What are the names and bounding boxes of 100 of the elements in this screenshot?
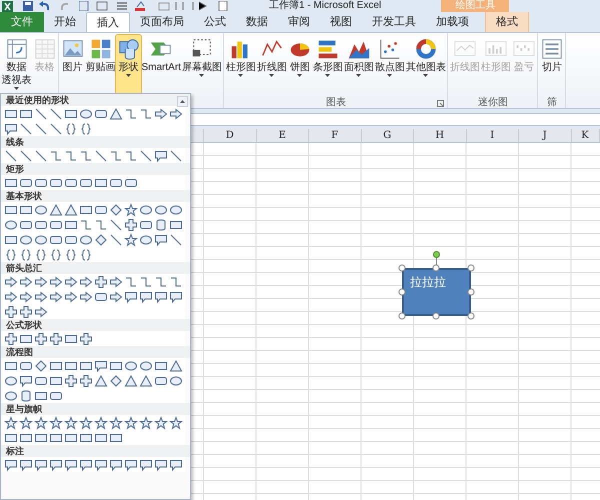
block-arrow-icon[interactable] — [34, 304, 48, 318]
callout-icon[interactable] — [108, 458, 122, 472]
brace-icon[interactable] — [64, 122, 78, 136]
triangle-icon[interactable] — [124, 374, 138, 388]
column-header[interactable]: E — [256, 129, 309, 142]
star-icon[interactable] — [124, 202, 138, 216]
plus-icon[interactable] — [48, 332, 62, 346]
star-icon[interactable] — [108, 416, 122, 430]
resize-handle[interactable] — [432, 264, 440, 272]
ribbon-tab[interactable]: 数据 — [236, 12, 278, 32]
callout-icon[interactable] — [154, 232, 168, 246]
ellipse-icon[interactable] — [4, 374, 18, 388]
ellipse-icon[interactable] — [78, 232, 92, 246]
block-arrow-icon[interactable] — [154, 106, 168, 120]
brace-icon[interactable] — [64, 248, 78, 262]
line-icon[interactable] — [18, 122, 32, 136]
star-icon[interactable] — [124, 416, 138, 430]
diamond-icon[interactable] — [94, 232, 108, 246]
block-arrow-icon[interactable] — [4, 274, 18, 288]
column-header[interactable]: D — [204, 129, 256, 142]
block-arrow-icon[interactable] — [48, 290, 62, 304]
callout-icon[interactable] — [4, 458, 18, 472]
connector-icon[interactable] — [124, 106, 138, 120]
triangle-icon[interactable] — [168, 358, 182, 372]
block-arrow-icon[interactable] — [168, 106, 182, 120]
toolbar-icons-drawing[interactable] — [79, 1, 229, 11]
line-icon[interactable] — [34, 148, 48, 162]
connector-icon[interactable] — [94, 218, 108, 232]
callout-icon[interactable] — [168, 458, 182, 472]
ellipse-icon[interactable] — [34, 232, 48, 246]
star-icon[interactable] — [168, 416, 182, 430]
callout-icon[interactable] — [18, 374, 32, 388]
column-header[interactable]: K — [572, 129, 600, 142]
ribbon-button[interactable]: 散点图 — [374, 35, 406, 97]
block-arrow-icon[interactable] — [108, 274, 122, 288]
line-icon[interactable] — [108, 218, 122, 232]
star-icon[interactable] — [4, 416, 18, 430]
brace-icon[interactable] — [78, 248, 92, 262]
callout-icon[interactable] — [18, 458, 32, 472]
line-icon[interactable] — [168, 232, 182, 246]
star-icon[interactable] — [18, 416, 32, 430]
connector-icon[interactable] — [78, 218, 92, 232]
connector-icon[interactable] — [138, 274, 152, 288]
line-icon[interactable] — [94, 148, 108, 162]
resize-handle[interactable] — [398, 264, 406, 272]
ribbon-tab[interactable]: 开发工具 — [362, 12, 426, 32]
ribbon-tab[interactable]: 公式 — [194, 12, 236, 32]
star-icon[interactable] — [78, 416, 92, 430]
ribbon-tab[interactable]: 格式 — [485, 12, 529, 32]
plus-icon[interactable] — [124, 218, 138, 232]
resize-handle[interactable] — [468, 312, 474, 320]
ellipse-icon[interactable] — [138, 358, 152, 372]
block-arrow-icon[interactable] — [34, 274, 48, 288]
line-icon[interactable] — [34, 106, 48, 120]
connector-icon[interactable] — [48, 148, 62, 162]
star-icon[interactable] — [138, 416, 152, 430]
rotate-handle[interactable] — [433, 251, 440, 258]
ellipse-icon[interactable] — [4, 218, 18, 232]
connector-icon[interactable] — [154, 274, 168, 288]
star-icon[interactable] — [34, 416, 48, 430]
block-arrow-icon[interactable] — [18, 290, 32, 304]
block-arrow-icon[interactable] — [48, 274, 62, 288]
ellipse-icon[interactable] — [4, 388, 18, 402]
star-icon[interactable] — [94, 416, 108, 430]
star-icon[interactable] — [154, 416, 168, 430]
cylinder-icon[interactable] — [154, 218, 168, 232]
callout-icon[interactable] — [78, 458, 92, 472]
ribbon-button[interactable]: 面积图 — [343, 35, 374, 97]
cylinder-icon[interactable] — [18, 388, 32, 402]
connector-icon[interactable] — [108, 148, 122, 162]
line-icon[interactable] — [18, 148, 32, 162]
star-icon[interactable] — [64, 416, 78, 430]
triangle-icon[interactable] — [94, 374, 108, 388]
brace-icon[interactable] — [4, 248, 18, 262]
callout-icon[interactable] — [124, 290, 138, 304]
line-icon[interactable] — [138, 148, 152, 162]
callout-icon[interactable] — [64, 458, 78, 472]
plus-icon[interactable] — [4, 332, 18, 346]
scroll-up-button[interactable] — [177, 96, 188, 107]
brace-icon[interactable] — [18, 248, 32, 262]
column-header[interactable]: G — [362, 129, 414, 142]
ribbon-button[interactable]: 其他图表 — [405, 35, 446, 97]
ellipse-icon[interactable] — [138, 232, 152, 246]
ellipse-icon[interactable] — [138, 202, 152, 216]
connector-icon[interactable] — [124, 148, 138, 162]
brace-icon[interactable] — [48, 248, 62, 262]
column-header[interactable]: J — [519, 129, 572, 142]
ribbon-tab[interactable]: 页面布局 — [130, 12, 194, 32]
ribbon-button[interactable]: 条形图 — [312, 35, 344, 97]
line-icon[interactable] — [48, 122, 62, 136]
ellipse-icon[interactable] — [34, 202, 48, 216]
ribbon-button[interactable]: 剪贴画 — [85, 35, 116, 97]
line-icon[interactable] — [48, 106, 62, 120]
plus-icon[interactable] — [64, 374, 78, 388]
ellipse-icon[interactable] — [168, 202, 182, 216]
undo-icon[interactable] — [39, 1, 51, 11]
callout-icon[interactable] — [48, 458, 62, 472]
callout-icon[interactable] — [168, 290, 182, 304]
triangle-icon[interactable] — [48, 202, 62, 216]
brace-icon[interactable] — [78, 122, 92, 136]
